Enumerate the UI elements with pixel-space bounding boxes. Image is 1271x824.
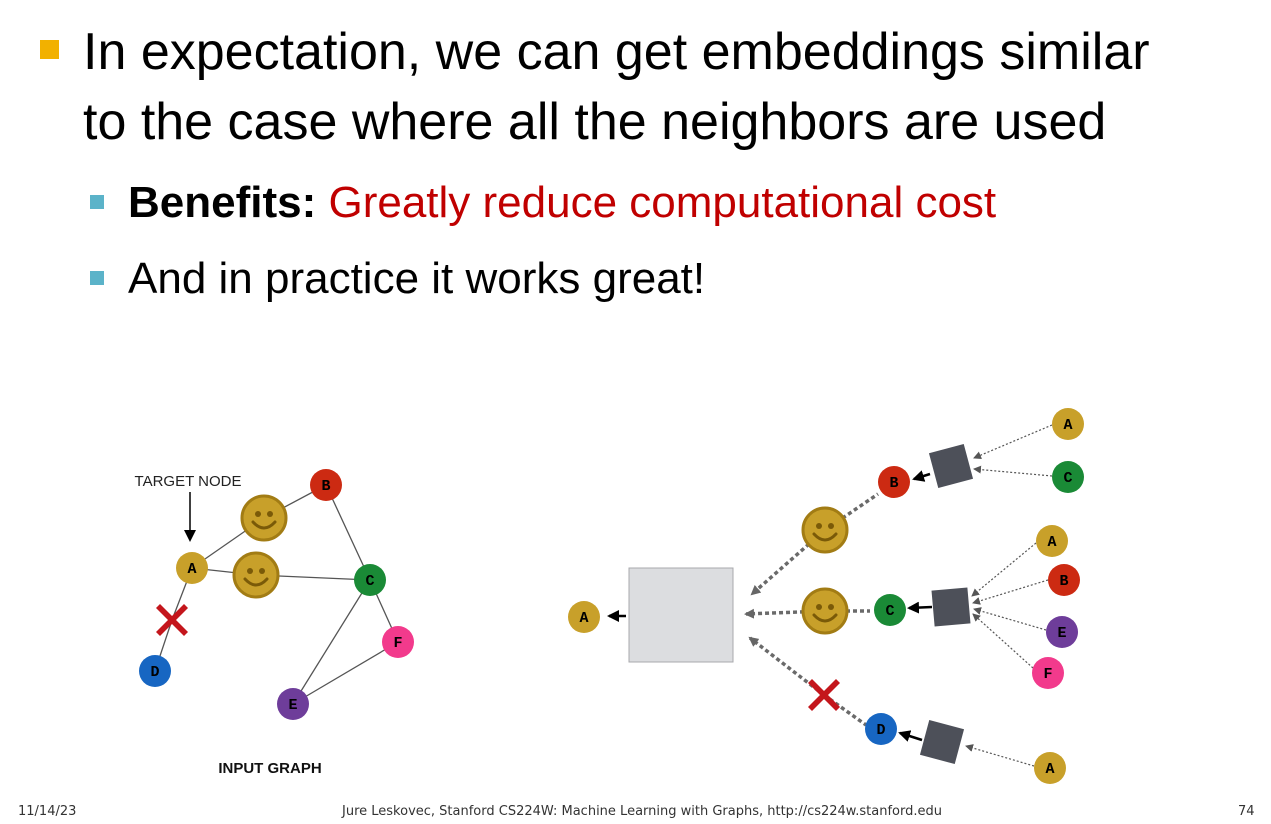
svg-text:E: E <box>288 697 297 714</box>
node-A-level2: A <box>1034 752 1066 784</box>
svg-text:A: A <box>1045 761 1054 778</box>
smiley-icon <box>240 494 288 542</box>
svg-text:A: A <box>187 561 196 578</box>
node-C-level1: C <box>874 594 906 626</box>
node-D-level1: D <box>865 713 897 745</box>
footer-credit: Jure Leskovec, Stanford CS224W: Machine … <box>342 804 942 819</box>
cross-icon <box>156 604 188 636</box>
node-E-level2: E <box>1046 616 1078 648</box>
cross-icon <box>808 679 840 711</box>
node-F-level2: F <box>1032 657 1064 689</box>
footer-date: 11/14/23 <box>18 804 77 819</box>
smiley-icon <box>232 551 280 599</box>
node-C-level2: C <box>1052 461 1084 493</box>
svg-text:C: C <box>1063 470 1072 487</box>
node-A-level2: A <box>1036 525 1068 557</box>
svg-text:A: A <box>1047 534 1056 551</box>
node-B-input: B <box>310 469 342 501</box>
input-graph: TARGET NODE A B C F E D INPUT GRAPH <box>135 469 414 777</box>
node-F-input: F <box>382 626 414 658</box>
svg-text:B: B <box>889 475 898 492</box>
node-E-input: E <box>277 688 309 720</box>
svg-text:D: D <box>150 664 159 681</box>
svg-text:F: F <box>393 635 402 652</box>
svg-text:F: F <box>1043 666 1052 683</box>
svg-text:B: B <box>1059 573 1068 590</box>
diagram: TARGET NODE A B C F E D INPUT GRAPH A B … <box>135 408 1084 784</box>
aggregation-box <box>628 567 734 663</box>
smiley-icon <box>801 587 849 635</box>
svg-text:E: E <box>1057 625 1066 642</box>
node-B-level2: B <box>1048 564 1080 596</box>
smiley-icon <box>801 506 849 554</box>
svg-text:D: D <box>876 722 885 739</box>
computation-graph: A B C D A C A B E F A <box>568 408 1084 784</box>
node-D-input: D <box>139 655 171 687</box>
footer-page-number: 74 <box>1238 804 1255 819</box>
target-node-label: TARGET NODE <box>135 473 242 490</box>
svg-text:A: A <box>1063 417 1072 434</box>
node-A-level2: A <box>1052 408 1084 440</box>
node-A-input: A <box>176 552 208 584</box>
input-graph-label: INPUT GRAPH <box>218 760 321 777</box>
aggregator-c <box>931 587 971 627</box>
node-B-level1: B <box>878 466 910 498</box>
svg-text:A: A <box>579 610 588 627</box>
svg-text:C: C <box>365 573 374 590</box>
node-C-input: C <box>354 564 386 596</box>
svg-text:C: C <box>885 603 894 620</box>
aggregator-d <box>919 719 965 765</box>
node-A-target: A <box>568 601 600 633</box>
aggregator-b <box>928 443 974 489</box>
svg-text:B: B <box>321 478 330 495</box>
